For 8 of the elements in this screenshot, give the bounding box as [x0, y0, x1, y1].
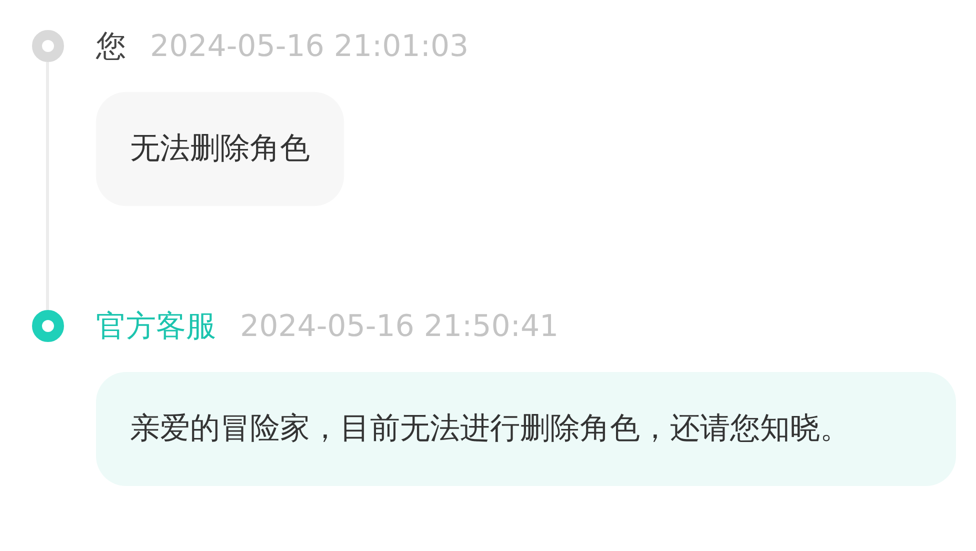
timeline-dot — [32, 310, 64, 342]
sender-name: 官方客服 — [96, 308, 216, 346]
timestamp: 2024-05-16 21:50:41 — [240, 308, 559, 344]
message-bubble: 亲爱的冒险家，目前无法进行删除角色，还请您知晓。 — [96, 372, 956, 486]
timeline-dot — [32, 30, 64, 62]
sender-name: 您 — [96, 28, 126, 66]
message-bubble: 无法删除角色 — [96, 92, 344, 206]
timestamp: 2024-05-16 21:01:03 — [150, 28, 469, 64]
